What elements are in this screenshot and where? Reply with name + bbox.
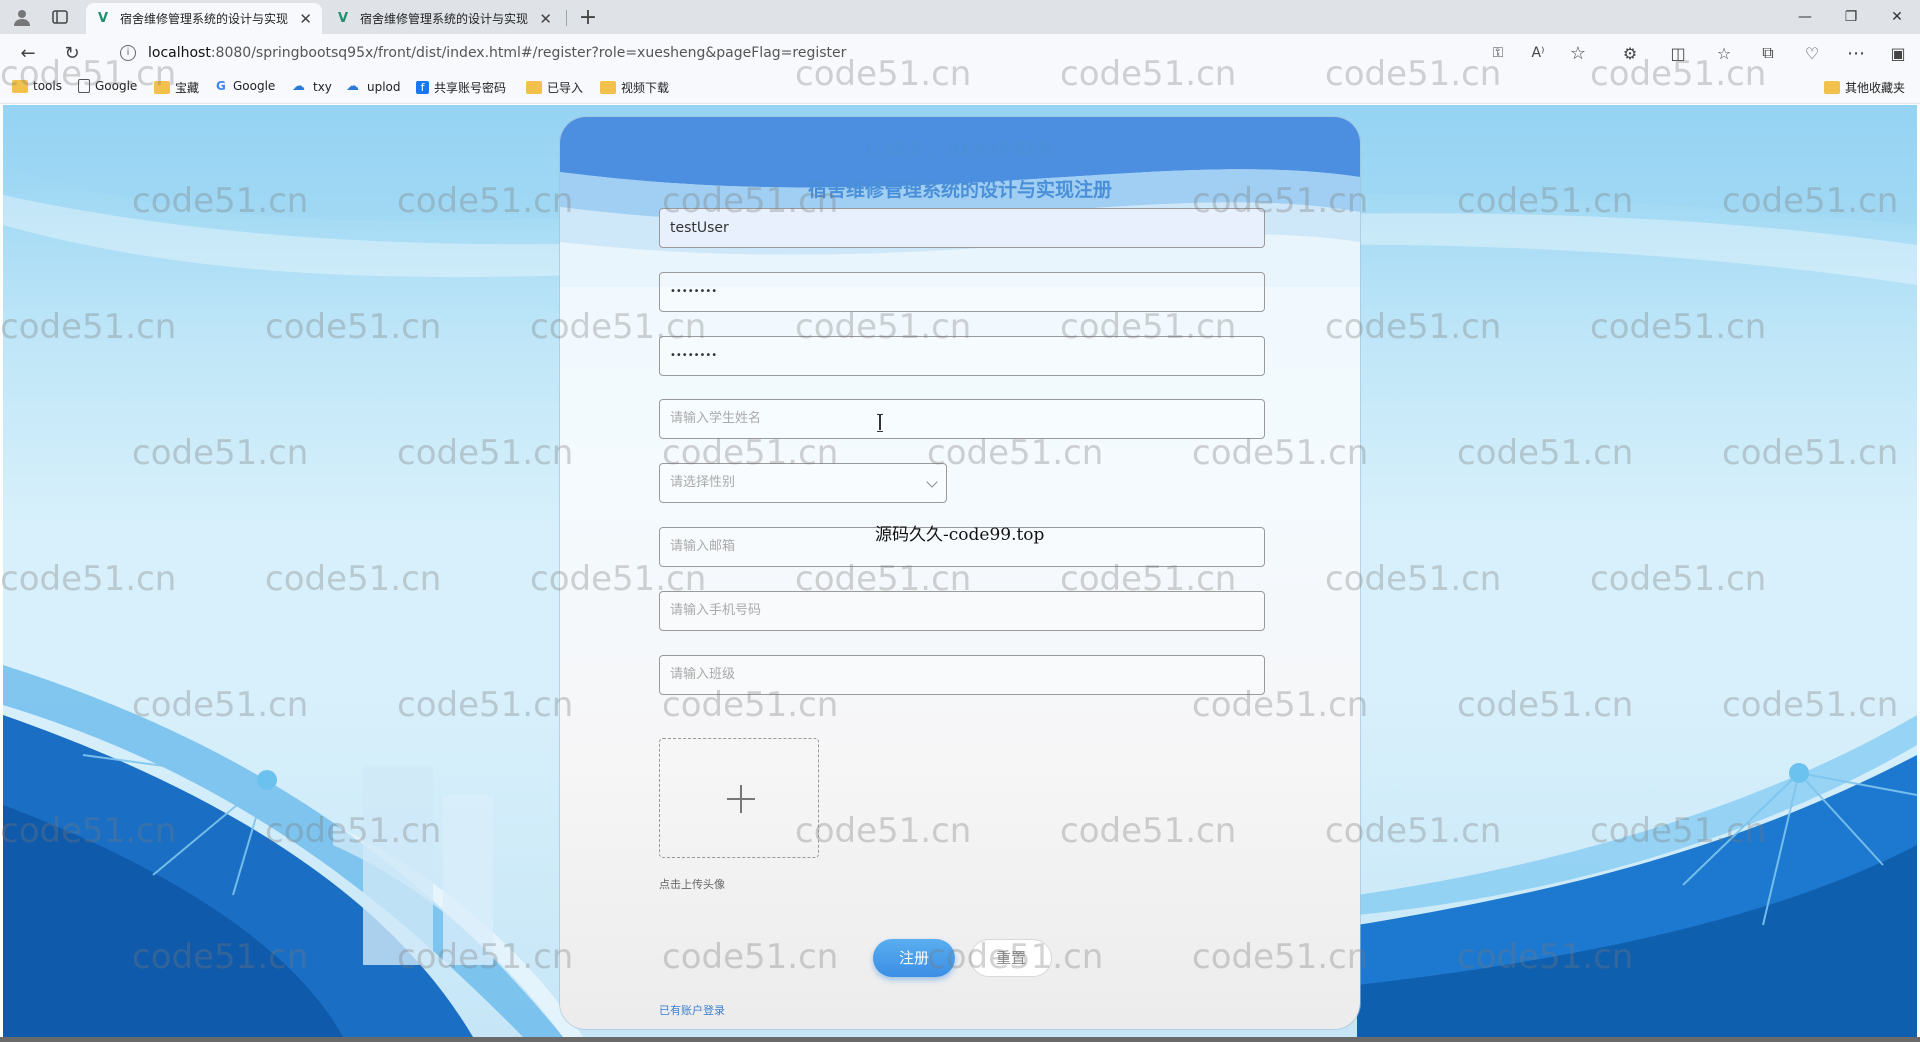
password-key-icon[interactable]: ⚿: [1484, 40, 1512, 66]
profile-icon[interactable]: [8, 4, 36, 30]
confirm-password-input[interactable]: ••••••••: [659, 336, 1265, 376]
bookmark-label: Google: [95, 79, 138, 93]
bookmark-other-favorites[interactable]: 其他收藏夹: [1824, 79, 1905, 96]
bookmark-label: 宝藏: [175, 81, 200, 95]
site-favicon-icon: V: [97, 10, 109, 26]
student-name-placeholder: 请输入学生姓名: [670, 411, 762, 426]
folder-icon: [600, 81, 616, 94]
sidebar-toggle-icon[interactable]: ▣: [1884, 40, 1912, 66]
url-path: :8080/springbootsq95x/front/dist/index.h…: [210, 45, 847, 61]
account-input[interactable]: testUser: [659, 208, 1265, 248]
collections-icon[interactable]: ⧉: [1754, 40, 1782, 66]
folder-icon: [12, 79, 28, 93]
extensions-icon[interactable]: ⚙: [1616, 40, 1644, 66]
gender-placeholder: 请选择性别: [670, 475, 736, 490]
phone-input[interactable]: 请输入手机号码: [659, 591, 1265, 631]
site-info-icon[interactable]: i: [120, 45, 136, 61]
browser-toolbar: ← ↻ i localhost:8080/springbootsq95x/fro…: [0, 34, 1920, 72]
bookmark-label: tools: [33, 79, 62, 93]
class-input[interactable]: 请输入班级: [659, 655, 1265, 695]
tab-close-icon[interactable]: ✕: [539, 10, 552, 28]
cloud-icon: ☁: [292, 79, 305, 94]
restore-icon[interactable]: ❐: [1828, 0, 1874, 34]
register-title: USER / REGISTER: [865, 139, 1055, 161]
page-bottom-edge: [0, 1037, 1920, 1042]
back-icon[interactable]: ←: [14, 40, 42, 66]
browser-tab-active[interactable]: V 宿舍维修管理系统的设计与实现 ✕: [86, 3, 322, 34]
text-cursor-icon: [877, 414, 883, 432]
register-card: USER / REGISTER 宿舍维修管理系统的设计与实现注册 testUse…: [560, 117, 1360, 1029]
avatar-upload[interactable]: [659, 738, 819, 858]
page-icon: [78, 79, 90, 93]
login-link[interactable]: 已有账户登录: [659, 1002, 725, 1018]
minimize-icon[interactable]: —: [1782, 0, 1828, 34]
register-subtitle: 宿舍维修管理系统的设计与实现注册: [807, 179, 1112, 201]
bookmark-label: 其他收藏夹: [1845, 81, 1906, 95]
register-button[interactable]: 注册: [873, 939, 955, 977]
tab-actions-icon[interactable]: [46, 4, 74, 30]
split-screen-icon[interactable]: ◫: [1664, 40, 1692, 66]
reload-icon[interactable]: ↻: [58, 40, 86, 66]
close-window-icon[interactable]: ✕: [1874, 0, 1920, 34]
url-host: localhost: [148, 45, 211, 61]
chevron-down-icon: [926, 476, 938, 488]
bookmark-google-page[interactable]: Google: [78, 79, 137, 93]
bookmark-label: uplod: [367, 79, 401, 94]
more-menu-icon[interactable]: ⋯: [1842, 40, 1870, 66]
password-input[interactable]: ••••••••: [659, 272, 1265, 312]
bookmark-label: 视频下载: [621, 81, 670, 95]
bookmark-tools[interactable]: tools: [12, 79, 62, 93]
new-tab-icon[interactable]: +: [574, 4, 602, 30]
browser-tab[interactable]: V 宿舍维修管理系统的设计与实现 ✕: [326, 3, 562, 34]
student-name-input[interactable]: 请输入学生姓名: [659, 399, 1265, 439]
tab-close-icon[interactable]: ✕: [299, 10, 312, 28]
browser-essentials-icon[interactable]: ♡: [1798, 40, 1826, 66]
favorites-icon[interactable]: ☆: [1710, 40, 1738, 66]
bookmark-shared-accounts[interactable]: f 共享账号密码: [416, 79, 506, 96]
bookmark-label: Google: [233, 79, 276, 93]
bookmark-label: txy: [313, 79, 332, 94]
folder-icon: [526, 81, 542, 94]
gender-select[interactable]: 请选择性别: [659, 463, 947, 503]
overlay-caption: 源码久久-code99.top: [875, 525, 1045, 545]
bookmark-google[interactable]: G Google: [216, 79, 275, 93]
bookmark-label: 已导入: [547, 81, 584, 95]
bookmark-label: 共享账号密码: [434, 81, 507, 95]
bookmark-txy[interactable]: ☁ txy: [292, 79, 332, 94]
site-favicon-icon: V: [337, 10, 349, 26]
tab-title: 宿舍维修管理系统的设计与实现: [120, 12, 289, 26]
folder-icon: [1824, 81, 1840, 94]
bookmark-video-download[interactable]: 视频下载: [600, 79, 669, 96]
tab-separator: [566, 10, 567, 26]
reset-button[interactable]: 重置: [970, 939, 1052, 977]
tab-title: 宿舍维修管理系统的设计与实现: [360, 12, 529, 26]
address-bar[interactable]: i localhost:8080/springbootsq95x/front/d…: [110, 38, 1640, 68]
google-icon: G: [216, 79, 226, 93]
bookmark-uplod[interactable]: ☁ uplod: [346, 79, 401, 94]
bookmark-baozang[interactable]: 宝藏: [154, 79, 199, 96]
folder-icon: [154, 81, 170, 94]
upload-hint: 点击上传头像: [659, 878, 725, 891]
cloud-icon: ☁: [346, 79, 359, 94]
email-placeholder: 请输入邮箱: [670, 539, 736, 554]
favorite-star-icon[interactable]: ☆: [1564, 40, 1592, 66]
page-viewport: USER / REGISTER 宿舍维修管理系统的设计与实现注册 testUse…: [3, 105, 1917, 1037]
class-placeholder: 请输入班级: [670, 667, 736, 682]
read-aloud-icon[interactable]: A⁾: [1524, 40, 1552, 66]
browser-tab-strip: V 宿舍维修管理系统的设计与实现 ✕ V 宿舍维修管理系统的设计与实现 ✕ + …: [0, 0, 1920, 34]
bookmark-imported[interactable]: 已导入: [526, 79, 583, 96]
phone-placeholder: 请输入手机号码: [670, 603, 762, 618]
facebook-icon: f: [416, 81, 429, 94]
bookmarks-bar: tools Google 宝藏 G Google ☁ txy ☁ uplod f 共享账…: [0, 72, 1920, 104]
plus-icon: [740, 785, 742, 813]
